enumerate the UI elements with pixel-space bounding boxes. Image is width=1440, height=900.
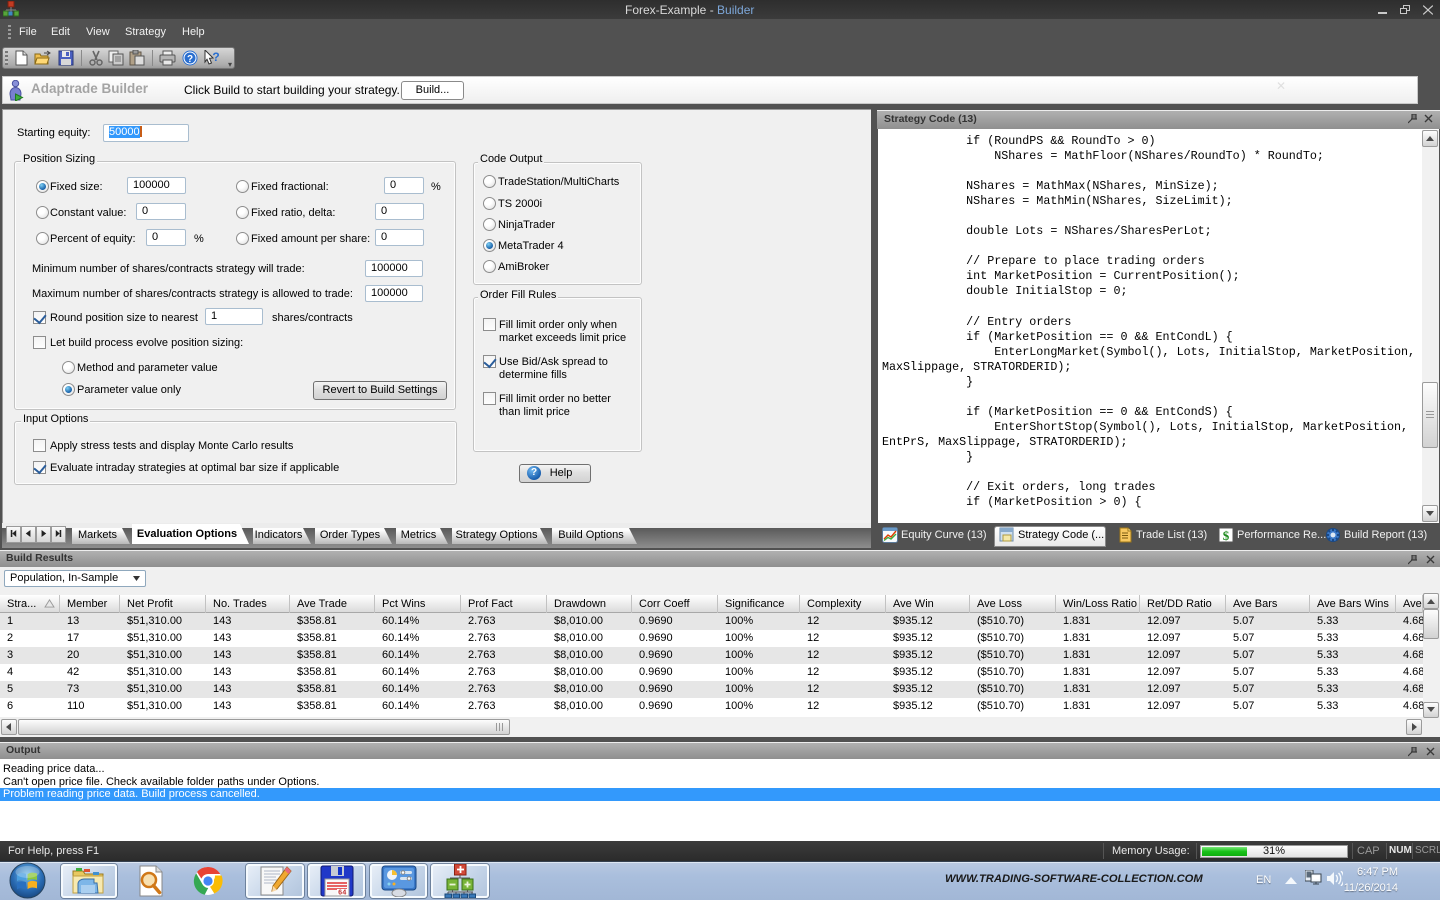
svg-text:?: ? [187, 54, 193, 65]
svg-text:$: $ [1223, 528, 1230, 543]
svg-text:?: ? [212, 50, 219, 64]
svg-text:64: 64 [338, 890, 346, 898]
